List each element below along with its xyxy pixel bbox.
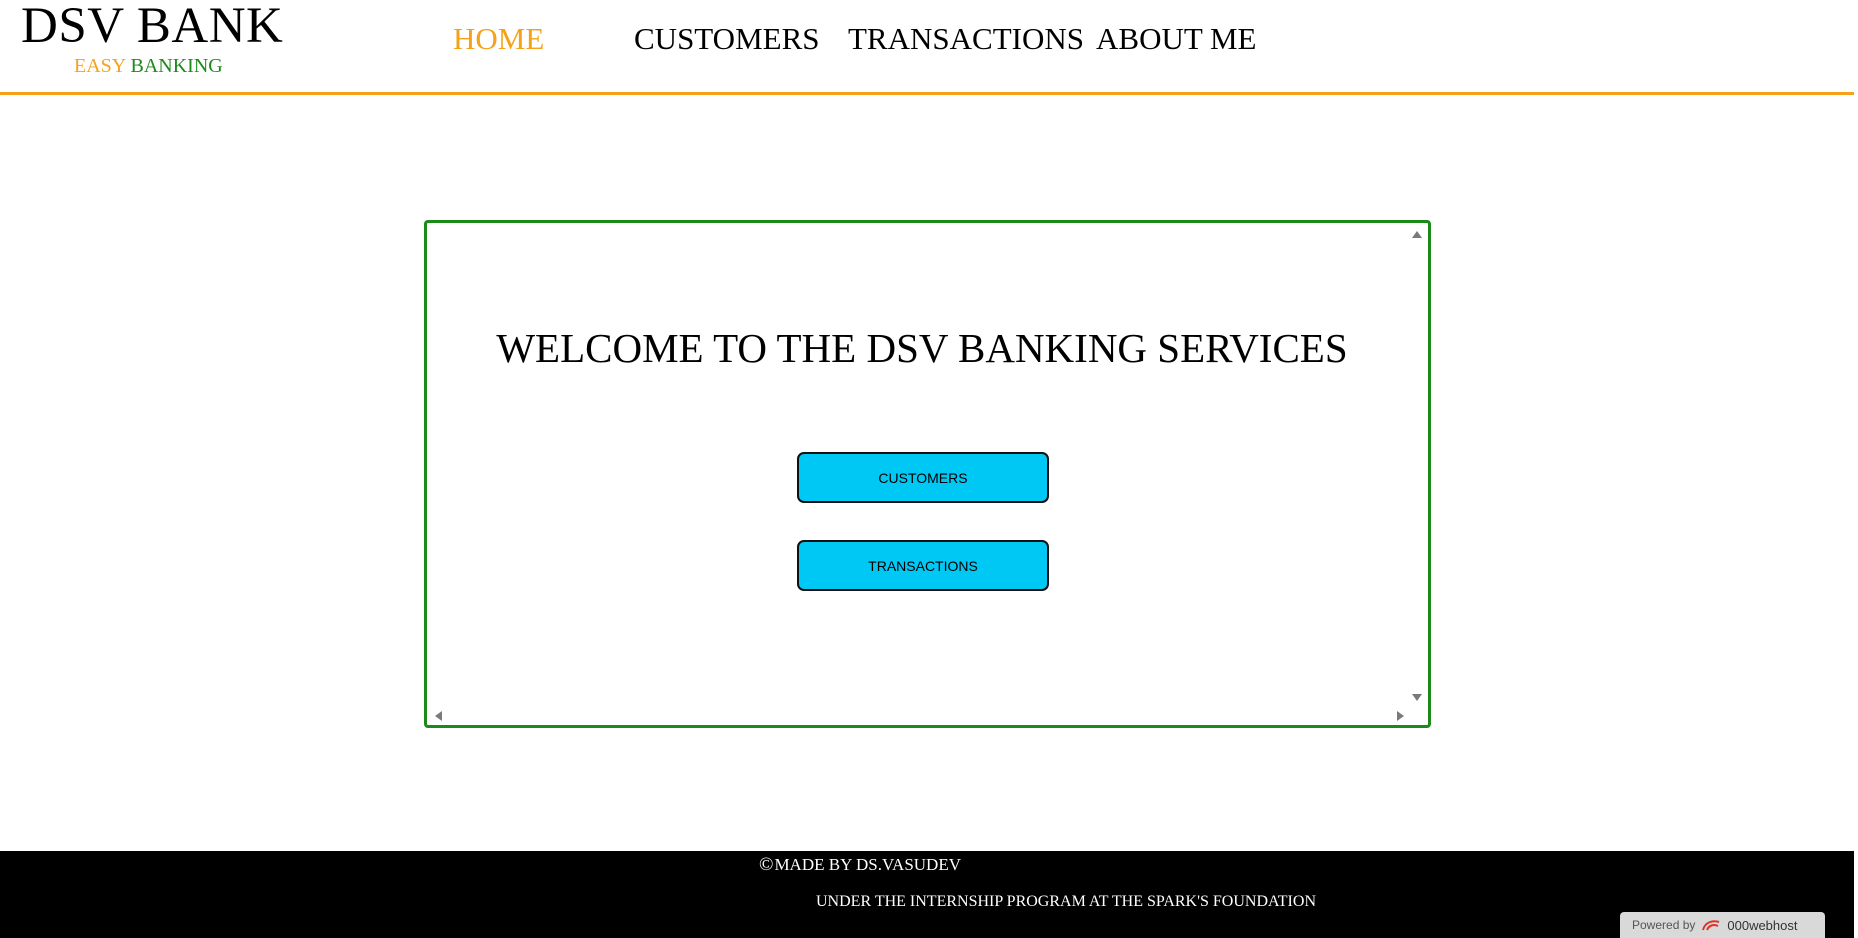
nav-transactions[interactable]: TRANSACTIONS xyxy=(848,19,1084,59)
site-footer: ©MADE BY DS.VASUDEV UNDER THE INTERNSHIP… xyxy=(0,851,1854,938)
powered-by-badge[interactable]: Powered by 000webhost xyxy=(1620,912,1825,938)
page-scrollbar[interactable] xyxy=(1854,0,1858,938)
scroll-right-arrow-icon[interactable] xyxy=(1397,711,1404,721)
nav-customers[interactable]: CUSTOMERS xyxy=(634,19,820,59)
footer-internship: UNDER THE INTERNSHIP PROGRAM AT THE SPAR… xyxy=(816,893,1316,910)
welcome-panel[interactable]: WELCOME TO THE DSV BANKING SERVICES CUST… xyxy=(424,220,1431,728)
site-header: DSV BANK EASY BANKING HOME CUSTOMERS TRA… xyxy=(0,0,1854,95)
nav-about-me[interactable]: ABOUT ME xyxy=(1096,19,1256,59)
scroll-left-arrow-icon[interactable] xyxy=(435,711,442,721)
scroll-up-arrow-icon[interactable] xyxy=(1412,231,1422,238)
customers-button[interactable]: CUSTOMERS xyxy=(797,452,1049,503)
brand-title: DSV BANK xyxy=(21,0,284,54)
nav-home[interactable]: HOME xyxy=(453,19,544,59)
webhost-logo-icon xyxy=(1701,918,1721,932)
tagline-easy: EASY xyxy=(74,55,126,77)
scroll-down-arrow-icon[interactable] xyxy=(1412,694,1422,701)
powered-by-label: Powered by xyxy=(1632,918,1696,932)
made-by-text: MADE BY DS.VASUDEV xyxy=(774,855,961,874)
webhost-name: 000webhost xyxy=(1727,917,1798,933)
brand-tagline: EASY BANKING xyxy=(74,54,223,78)
transactions-button[interactable]: TRANSACTIONS xyxy=(797,540,1049,591)
copyright-icon: © xyxy=(759,854,774,875)
footer-credit: ©MADE BY DS.VASUDEV xyxy=(759,854,961,876)
welcome-heading: WELCOME TO THE DSV BANKING SERVICES xyxy=(496,325,1348,371)
tagline-banking: BANKING xyxy=(130,55,223,77)
